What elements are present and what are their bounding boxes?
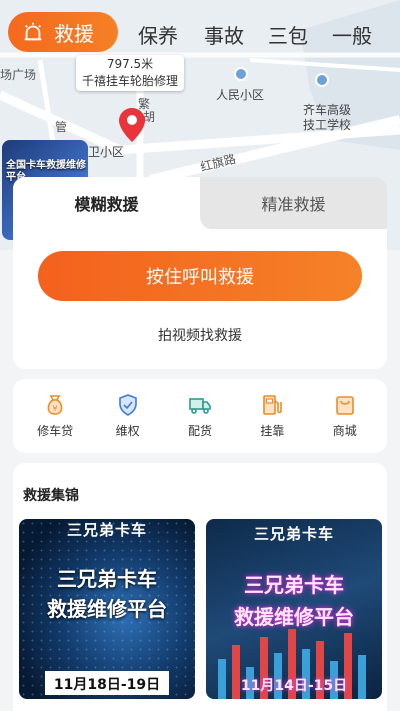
- tab-precise-rescue[interactable]: 精准救援: [200, 177, 387, 229]
- map-label-district-1: 人民小区: [216, 88, 265, 102]
- video-title-line2: 救援维修平台: [234, 605, 354, 629]
- map-label-district-2: 卫小区: [88, 145, 125, 159]
- truck-icon: [189, 398, 211, 414]
- service-rights[interactable]: 维权: [95, 393, 161, 439]
- tab-fuzzy-rescue[interactable]: 模糊救援: [13, 177, 200, 229]
- service-affiliation[interactable]: 挂靠: [239, 393, 305, 439]
- tab-rescue-label: 救援: [54, 21, 94, 46]
- video-title-line2: 救援维修平台: [47, 597, 167, 621]
- money-bag-icon: ¥: [47, 395, 63, 415]
- service-repair-loan[interactable]: ¥ 修车贷: [22, 393, 88, 439]
- shopping-bag-icon: [335, 396, 354, 415]
- highlight-video-1[interactable]: 三兄弟卡车 三兄弟卡车 救援维修平台 11月18日-19日: [19, 519, 195, 699]
- svg-text:¥: ¥: [53, 404, 58, 413]
- rescue-mode-tabs: 模糊救援 精准救援: [13, 177, 387, 229]
- school-poi-icon: [315, 73, 329, 87]
- video-date: 11月14日-15日: [240, 678, 348, 694]
- shield-icon: [118, 394, 137, 416]
- highlights-title: 救援集锦: [23, 488, 79, 504]
- video-title-line1: 三兄弟卡车: [57, 567, 157, 591]
- tab-accident[interactable]: 事故: [204, 20, 244, 49]
- category-tabs: 救援 保养 事故 三包 一般: [0, 12, 400, 54]
- service-mall[interactable]: 商城: [312, 393, 378, 439]
- video-date: 11月18日-19日: [53, 677, 161, 693]
- video-rescue-link[interactable]: 拍视频找救援: [13, 325, 387, 345]
- district-poi-icon: [234, 67, 248, 81]
- map-label-school-2: 技工学校: [303, 118, 352, 132]
- fuel-pump-icon: [263, 395, 283, 415]
- tab-maintenance[interactable]: 保养: [138, 20, 178, 49]
- rescue-card: 模糊救援 精准救援 按住呼叫救援 拍视频找救援: [13, 177, 387, 369]
- service-label: 挂靠: [260, 424, 285, 438]
- video-brand: 三兄弟卡车: [253, 525, 334, 543]
- video-brand: 三兄弟卡车: [66, 521, 147, 539]
- location-pin-icon[interactable]: [119, 108, 145, 142]
- distance-value: 797.5米: [106, 57, 154, 71]
- rescue-highlights: 救援集锦 三兄弟卡车 三兄弟卡车 救援维修平台 11月18日-19日 三兄弟卡车…: [13, 463, 387, 711]
- siren-icon: [24, 22, 42, 41]
- service-grid: ¥ 修车贷 维权 配货 挂靠 商城: [13, 379, 387, 453]
- service-label: 维权: [115, 424, 140, 438]
- tab-warranty[interactable]: 三包: [268, 20, 308, 49]
- service-label: 配货: [187, 424, 212, 438]
- tab-general[interactable]: 一般: [332, 20, 372, 49]
- call-rescue-button[interactable]: 按住呼叫救援: [38, 251, 362, 301]
- video-title-line1: 三兄弟卡车: [244, 573, 344, 597]
- service-label: 修车贷: [37, 424, 74, 438]
- service-freight[interactable]: 配货: [167, 393, 233, 439]
- place-name: 千禧挂车轮胎修理: [82, 74, 179, 88]
- map-label-plaza: 场广场: [0, 68, 37, 82]
- highlight-video-2[interactable]: 三兄弟卡车 三兄弟卡车 救援维修平台 11月14日-15日: [206, 519, 382, 699]
- map-label-road-partial: 管: [55, 120, 68, 134]
- tab-rescue[interactable]: 救援: [8, 12, 118, 52]
- distance-callout[interactable]: 797.5米 千禧挂车轮胎修理: [76, 55, 185, 91]
- service-label: 商城: [332, 424, 357, 438]
